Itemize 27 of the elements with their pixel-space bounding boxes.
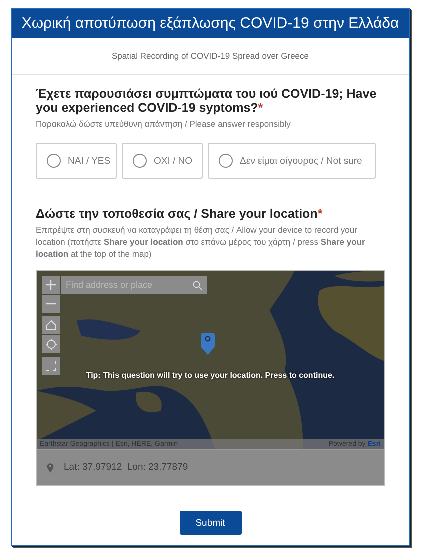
answer-option[interactable]: OXI / NO [122,143,203,179]
tip-text: Tip: This question will try to use your location. Press to continue. [86,371,335,380]
coordinates-text: Lat: 37.97912 Lon: 23.77879 [64,462,188,473]
radio-button[interactable] [47,154,61,168]
zoom-out-button[interactable] [42,295,60,313]
answer-option[interactable]: NAI / YES [36,143,117,179]
fullscreen-icon [46,361,56,371]
location-pin-icon [201,333,215,355]
plus-icon [46,280,56,290]
question-hint: Επιτρέψτε στη συσκευή να καταγράφει τη θέση σας / Allow your device to record your location (πατήστε Share your location στο επάνω μέρος του χάρτη / press Share your location at the top of the map) [36,224,366,260]
location-pin-icon [47,462,54,472]
home-icon [46,320,56,330]
submit-button[interactable]: Submit [180,511,242,535]
home-button[interactable] [42,316,60,334]
question-label: Δώστε την τοποθεσία σας / Share your location* [36,207,324,221]
question-label: Έχετε παρουσιάσει συμπτώματα του ιού COVID-19; Have you experienced COVID-19 syptoms?* [36,87,378,115]
radio-button[interactable] [219,154,233,168]
fullscreen-button[interactable] [42,357,60,375]
zoom-in-button[interactable] [42,276,60,294]
crosshair-icon [46,338,56,350]
radio-button[interactable] [133,154,147,168]
locate-button[interactable] [42,335,60,353]
question-hint: Παρακαλώ δώστε υπεύθυνη απάντηση / Please answer responsibly [36,118,292,130]
answer-option[interactable]: Δεν είμαι σίγουρος / Not sure [208,143,376,179]
search-icon [193,280,202,290]
survey-title: Χωρική αποτύπωση εξάπλωσης COVID-19 στην Ελλάδα [22,15,400,32]
survey-subtitle: Spatial Recording of COVID-19 Spread over Greece [112,51,309,61]
